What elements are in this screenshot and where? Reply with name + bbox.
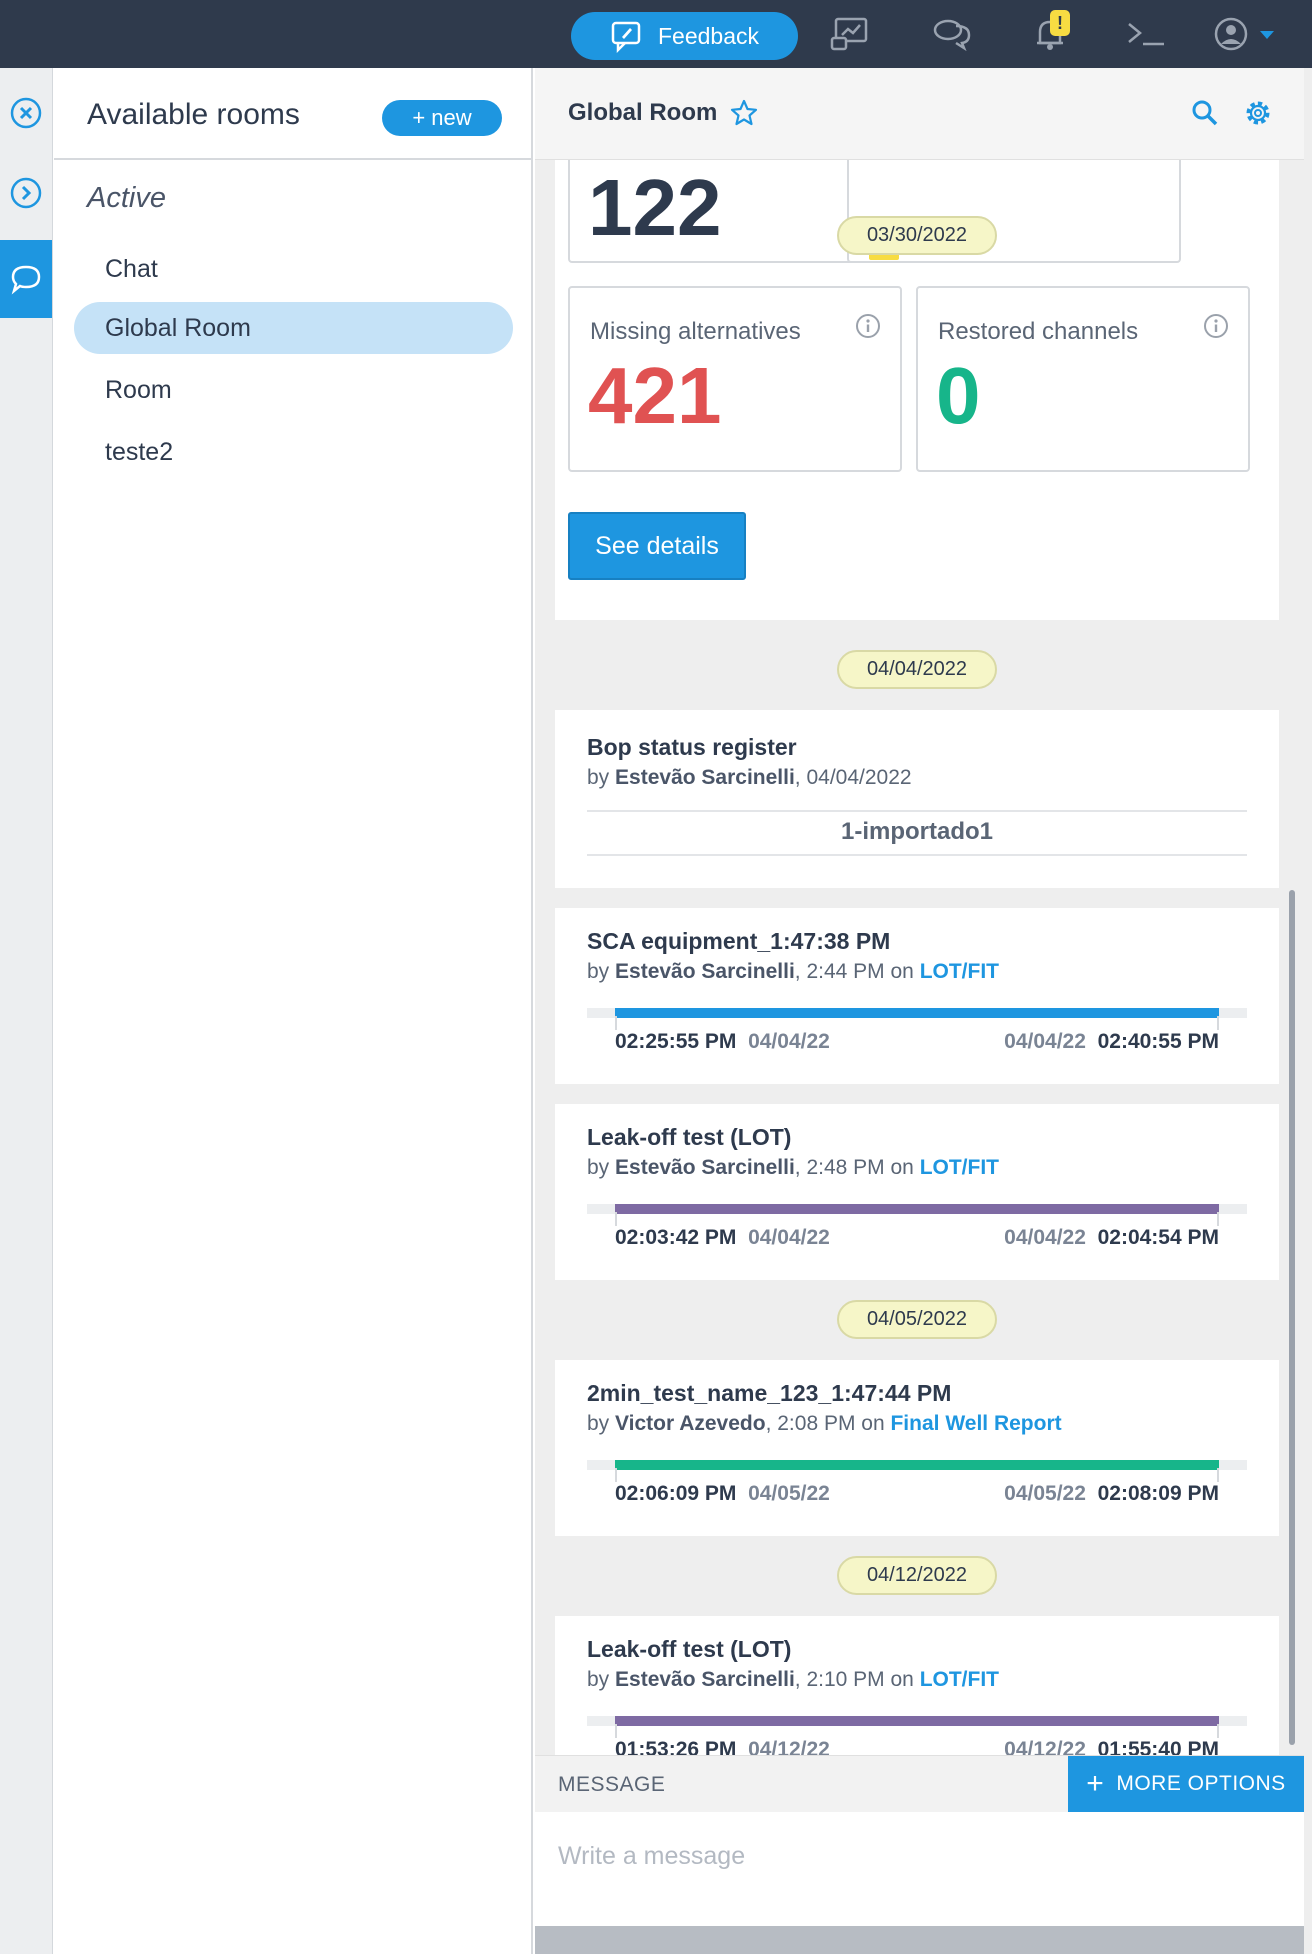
message-feed: 122 03/30/2022 Missing alternatives 421 … [535,160,1304,1755]
chat-bubbles-icon[interactable] [930,14,974,54]
composer-footer [535,1926,1304,1954]
chat-panel: Global Room 122 03/30/2022 Missing alter… [535,68,1304,1954]
event-start: 02:03:42 PM 04/04/22 [615,1226,830,1249]
event-timeline-track [587,1460,1247,1482]
room-item-global-room[interactable]: Global Room [74,302,513,354]
event-timeline-bar [615,1716,1219,1726]
star-icon[interactable] [729,98,759,128]
divider [587,854,1247,856]
info-icon[interactable] [854,312,882,340]
date-pill: 04/05/2022 [837,1300,997,1339]
event-meta: by Estevão Sarcinelli, 2:10 PM on LOT/FI… [587,1668,1000,1691]
see-details-button[interactable]: See details [568,512,746,580]
event-timeline-track [587,1716,1247,1738]
event-start: 02:06:09 PM 04/05/22 [615,1482,830,1505]
room-title: Global Room [568,99,718,126]
event-timeline-track [587,1008,1247,1030]
event-card: Leak-off test (LOT) by Estevão Sarcinell… [555,1616,1279,1755]
rooms-title: Available rooms [87,98,300,131]
event-card: Leak-off test (LOT) by Estevão Sarcinell… [555,1104,1279,1280]
alarm-summary-card: 122 03/30/2022 Missing alternatives 421 … [555,160,1279,620]
top-bar: Feedback ! [0,0,1312,68]
event-card: 2min_test_name_123_1:47:44 PM by Victor … [555,1360,1279,1536]
info-icon[interactable] [1202,312,1230,340]
event-timeline-track [587,1204,1247,1226]
event-end: 04/12/22 01:55:40 PM [1004,1738,1219,1755]
event-timeline-bar [615,1008,1219,1018]
bop-status-card: Bop status register by Estevão Sarcinell… [555,710,1279,888]
event-start: 01:53:26 PM 04/12/22 [615,1738,830,1755]
event-card: SCA equipment_1:47:38 PM by Estevão Sarc… [555,908,1279,1084]
event-end: 04/05/22 02:08:09 PM [1004,1482,1219,1505]
event-meta: by Estevão Sarcinelli, 2:48 PM on LOT/FI… [587,1156,1000,1179]
event-link[interactable]: Final Well Report [890,1412,1061,1435]
metric-missing-alternatives: Missing alternatives 421 [568,286,902,472]
event-title: Leak-off test (LOT) [587,1636,792,1662]
metric-value: 0 [936,351,981,440]
feedback-icon [611,21,641,53]
divider [587,810,1247,812]
close-circle-icon[interactable] [0,74,52,152]
event-author: Estevão Sarcinelli [615,766,795,789]
terminal-icon[interactable] [1124,14,1168,54]
more-options-label: MORE OPTIONS [1116,1772,1286,1795]
event-title: 2min_test_name_123_1:47:44 PM [587,1380,952,1406]
metric-restored-channels: Restored channels 0 [916,286,1250,472]
event-start: 02:25:55 PM 04/04/22 [615,1030,830,1053]
event-title: SCA equipment_1:47:38 PM [587,928,891,954]
gear-icon[interactable] [1243,98,1273,128]
event-link[interactable]: LOT/FIT [920,960,999,983]
room-item-teste2[interactable]: teste2 [74,426,513,478]
room-item-chat[interactable]: Chat [74,243,513,295]
event-meta: by Estevão Sarcinelli, 2:44 PM on LOT/FI… [587,960,1000,983]
chat-icon[interactable] [0,240,52,318]
event-end: 04/04/22 02:04:54 PM [1004,1226,1219,1249]
metric-label: Restored channels [938,318,1139,345]
charts-icon[interactable] [828,14,872,54]
event-title: Bop status register [587,734,797,760]
notification-badge: ! [1050,10,1070,36]
bop-value: 1-importado1 [840,818,993,845]
event-author: Estevão Sarcinelli [615,960,795,983]
side-rail [0,68,53,1954]
message-input[interactable] [558,1836,1278,1876]
date-pill: 04/04/2022 [837,650,997,689]
rooms-section-heading: Active [87,182,166,214]
event-meta: by Victor Azevedo, 2:08 PM on Final Well… [587,1412,1062,1435]
event-link[interactable]: LOT/FIT [920,1156,999,1179]
date-pill: 04/12/2022 [837,1556,997,1595]
search-icon[interactable] [1190,98,1220,128]
rooms-header: Available rooms + new [54,68,531,160]
chevron-right-circle-icon[interactable] [0,154,52,232]
chat-header: Global Room [535,68,1304,160]
scrollbar-thumb[interactable] [1289,890,1295,1745]
event-author: Estevão Sarcinelli [615,1668,795,1691]
new-room-button[interactable]: + new [382,100,502,136]
rooms-sidebar: Available rooms + new Active Chat Global… [54,68,533,1954]
more-options-button[interactable]: + MORE OPTIONS [1068,1756,1304,1812]
event-timeline-bar [615,1204,1219,1214]
event-author: Victor Azevedo [615,1412,766,1435]
scrollbar-track[interactable] [1304,68,1312,1954]
chevron-down-icon[interactable] [1260,31,1274,39]
event-end: 04/04/22 02:40:55 PM [1004,1030,1219,1053]
date-pill: 03/30/2022 [837,216,997,255]
event-title: Leak-off test (LOT) [587,1124,792,1150]
user-icon[interactable] [1209,14,1253,54]
composer-toolbar: MESSAGE + MORE OPTIONS [535,1756,1304,1812]
metric-label: Missing alternatives [590,318,801,345]
room-item-room[interactable]: Room [74,364,513,416]
event-link[interactable]: LOT/FIT [920,1668,999,1691]
metric-value: 421 [588,351,722,440]
metric-value-partial: 122 [588,163,722,252]
event-timeline-bar [615,1460,1219,1470]
feedback-button[interactable]: Feedback [571,12,798,60]
message-composer: MESSAGE + MORE OPTIONS [535,1755,1304,1954]
event-meta: by Estevão Sarcinelli, 04/04/2022 [587,766,912,789]
message-label: MESSAGE [558,1773,666,1796]
plus-icon: + [1086,1767,1105,1800]
bell-icon[interactable]: ! [1028,10,1072,54]
feedback-label: Feedback [657,22,759,49]
event-author: Estevão Sarcinelli [615,1156,795,1179]
